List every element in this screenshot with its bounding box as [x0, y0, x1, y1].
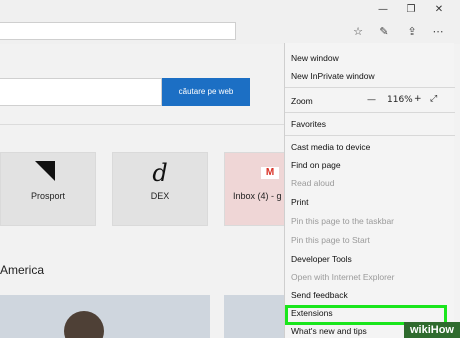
menu-separator: [285, 135, 455, 136]
menu-item-cast-media[interactable]: Cast media to device: [291, 142, 370, 152]
fullscreen-icon[interactable]: ⤢: [430, 94, 437, 104]
menu-item-developer-tools[interactable]: Developer Tools: [291, 254, 352, 264]
search-button[interactable]: căutare pe web: [162, 78, 250, 106]
section-title: America: [0, 263, 45, 277]
menu-item-zoom: Zoom: [291, 96, 313, 106]
tile-dex[interactable]: d DEX: [112, 152, 208, 226]
search-input[interactable]: [0, 78, 162, 106]
close-icon[interactable]: ✕: [428, 1, 450, 19]
share-icon[interactable]: ⇪: [402, 22, 422, 42]
menu-item-whats-new[interactable]: What's new and tips: [291, 326, 367, 336]
menu-separator: [285, 87, 455, 88]
menu-item-pin-start: Pin this page to Start: [291, 235, 370, 245]
divider: [0, 124, 290, 125]
zoom-out-button[interactable]: —: [367, 95, 376, 105]
menu-item-new-window[interactable]: New window: [291, 53, 339, 63]
tile-label: Inbox (4) - g: [233, 191, 282, 201]
restore-icon[interactable]: ❐: [400, 1, 422, 19]
prosport-logo-icon: [35, 161, 55, 181]
watermark: wikiHow: [403, 322, 460, 338]
menu-item-send-feedback[interactable]: Send feedback: [291, 290, 348, 300]
menu-item-open-ie: Open with Internet Explorer: [291, 272, 395, 282]
web-note-icon[interactable]: ✎: [374, 22, 394, 42]
tile-prosport[interactable]: Prosport: [0, 152, 96, 226]
zoom-in-button[interactable]: +: [414, 94, 422, 104]
menu-item-print[interactable]: Print: [291, 197, 308, 207]
menu-item-read-aloud: Read aloud: [291, 178, 335, 188]
tile-inbox[interactable]: M Inbox (4) - g: [224, 152, 286, 226]
title-bar: — ❐ ✕: [0, 0, 460, 20]
more-icon[interactable]: ⋯: [428, 22, 448, 42]
tile-label: Prosport: [30, 191, 65, 201]
menu-separator: [285, 112, 455, 113]
menu-item-favorites[interactable]: Favorites: [291, 119, 326, 129]
menu-item-new-inprivate-window[interactable]: New InPrivate window: [291, 71, 375, 81]
menu-item-pin-taskbar: Pin this page to the taskbar: [291, 216, 395, 226]
news-image[interactable]: [224, 295, 284, 338]
favorites-star-icon[interactable]: ☆: [348, 22, 368, 42]
address-bar[interactable]: [0, 22, 236, 40]
gmail-icon: M: [261, 167, 279, 179]
news-photo: [64, 311, 104, 338]
dex-logo-icon: d: [152, 159, 168, 187]
minimize-icon[interactable]: —: [372, 1, 394, 19]
more-menu: New window New InPrivate window Zoom — 1…: [284, 43, 455, 338]
zoom-level: 116%: [387, 95, 413, 105]
menu-item-find-on-page[interactable]: Find on page: [291, 160, 341, 170]
news-image[interactable]: [0, 295, 210, 338]
tile-label: DEX: [150, 191, 170, 201]
